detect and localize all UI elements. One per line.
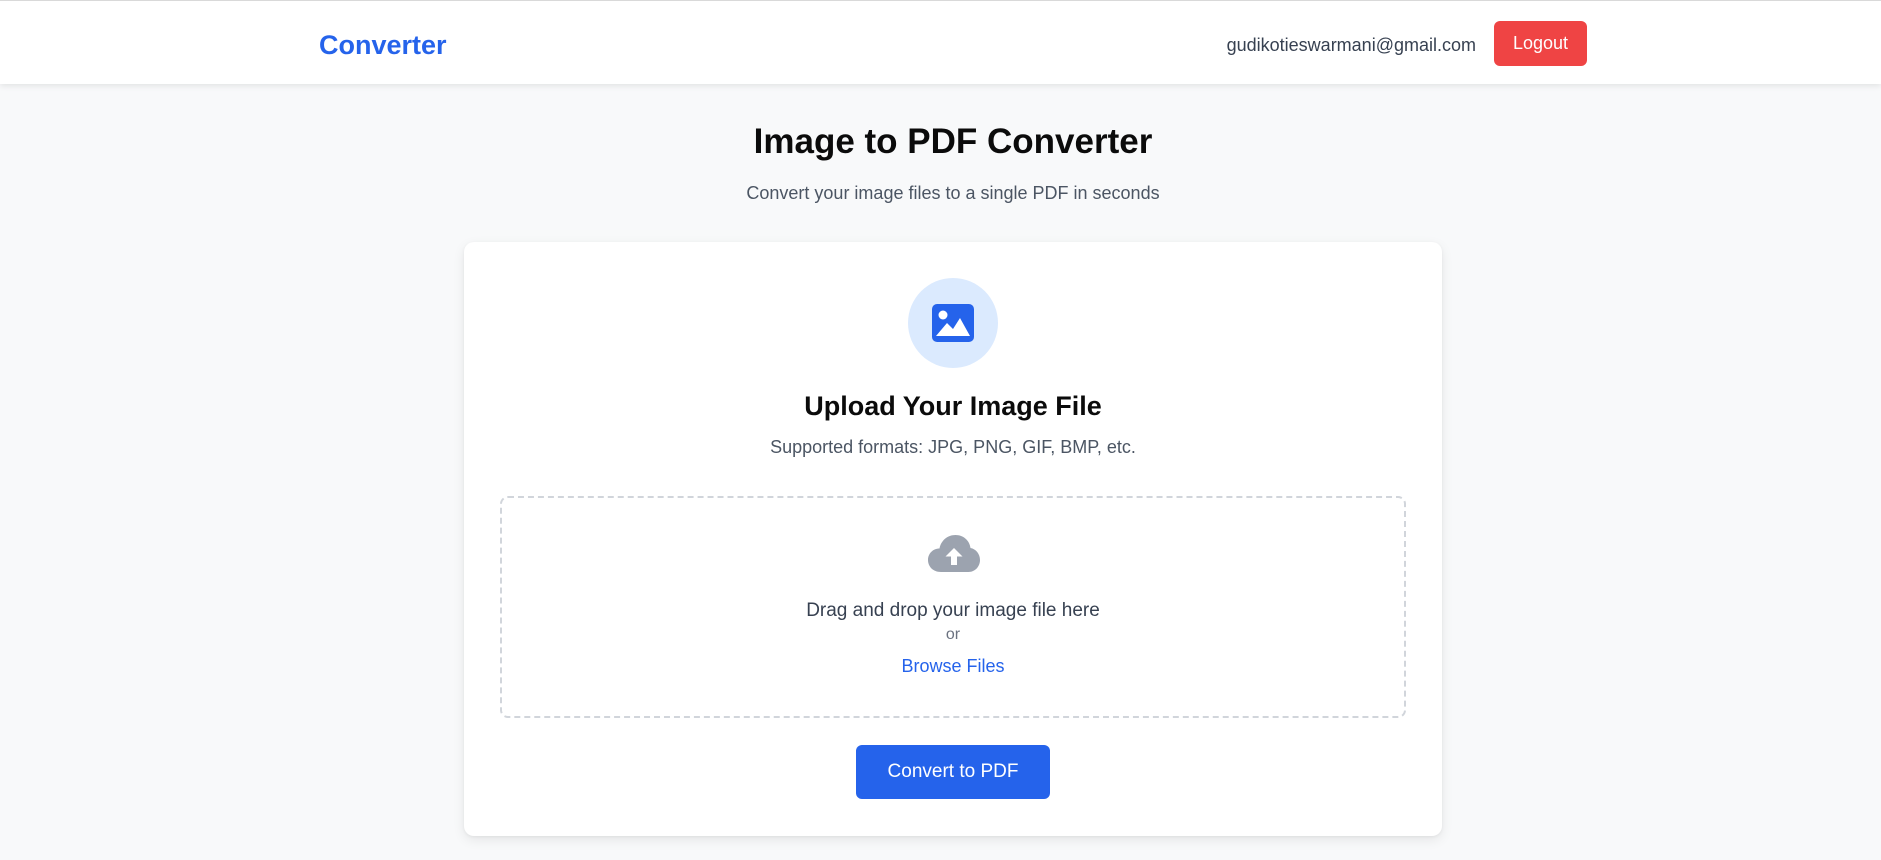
- cloud-upload-icon: [928, 535, 980, 572]
- file-dropzone[interactable]: Drag and drop your image file here or Br…: [500, 496, 1406, 718]
- top-navbar: Converter gudikotieswarmani@gmail.com Lo…: [0, 0, 1881, 84]
- convert-to-pdf-button[interactable]: Convert to PDF: [856, 745, 1050, 799]
- user-email: gudikotieswarmani@gmail.com: [1226, 35, 1476, 55]
- supported-formats-text: Supported formats: JPG, PNG, GIF, BMP, e…: [770, 437, 1136, 457]
- page-subtitle: Convert your image files to a single PDF…: [746, 183, 1160, 203]
- drag-drop-text: Drag and drop your image file here: [806, 600, 1100, 621]
- logout-button[interactable]: Logout: [1494, 21, 1587, 66]
- brand-logo-link[interactable]: Converter: [319, 28, 447, 62]
- image-icon-badge: [908, 278, 998, 368]
- or-separator: or: [945, 626, 961, 643]
- upload-title: Upload Your Image File: [804, 391, 1102, 421]
- upload-card: Upload Your Image File Supported formats…: [464, 242, 1442, 836]
- page-title: Image to PDF Converter: [753, 122, 1153, 161]
- image-icon: [932, 304, 974, 342]
- browse-files-link[interactable]: Browse Files: [502, 654, 1404, 678]
